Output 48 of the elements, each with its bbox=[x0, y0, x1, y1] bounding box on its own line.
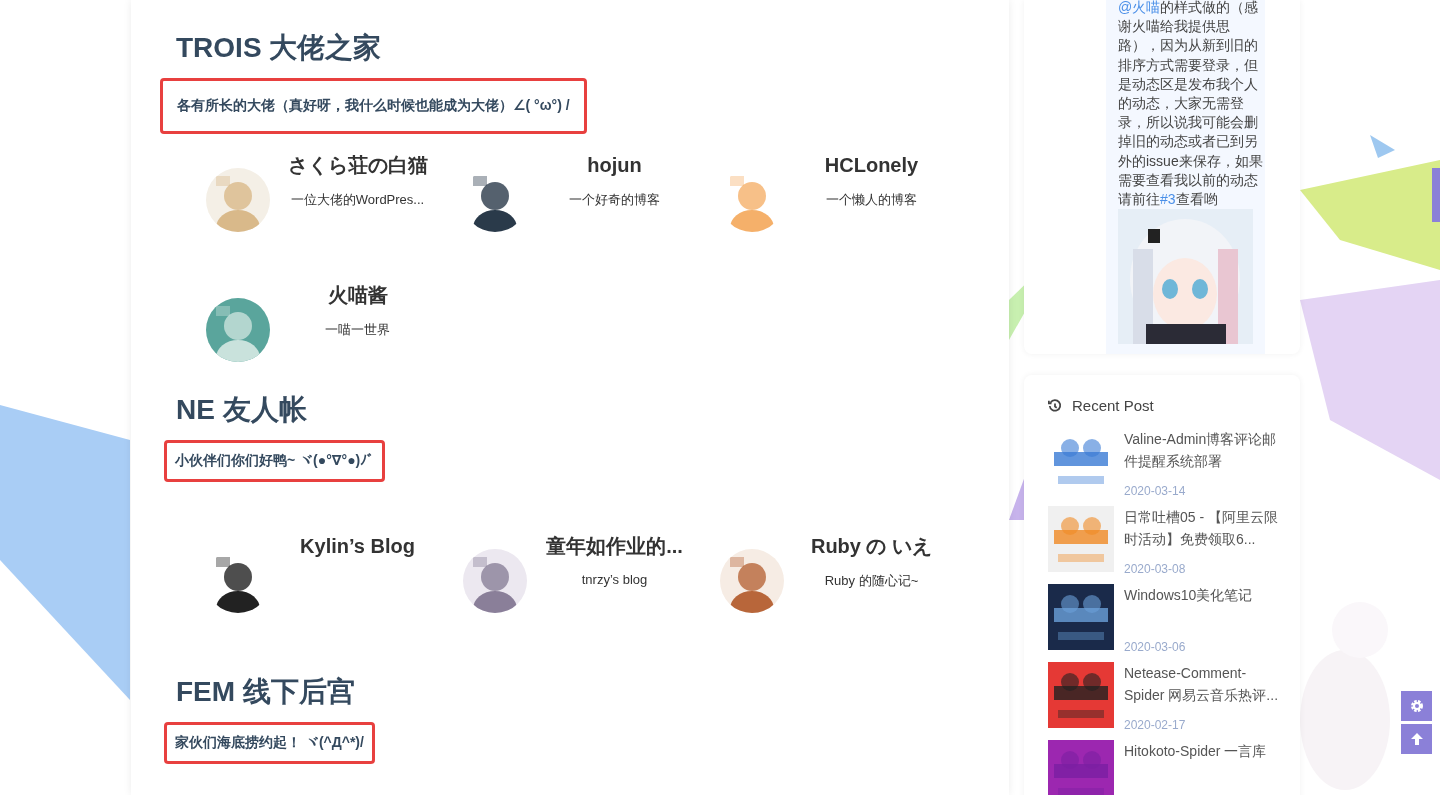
recent-post[interactable]: Hitokoto-Spider 一言库 bbox=[1048, 740, 1286, 795]
post-title: 日常吐槽05 - 【阿里云限时活动】免费领取6... bbox=[1124, 508, 1279, 550]
friend-description: 一喵一世界 bbox=[325, 321, 390, 339]
friend-name: hojun bbox=[587, 153, 642, 177]
settings-button[interactable] bbox=[1401, 691, 1432, 721]
friend-name: Kylin’s Blog bbox=[300, 534, 415, 558]
recent-post[interactable]: Windows10美化笔记 2020-03-06 bbox=[1048, 584, 1286, 663]
section-title: TROIS 大佬之家 bbox=[176, 31, 383, 65]
post-date: 2020-03-06 bbox=[1124, 640, 1187, 655]
friend-name: さくら荘の白猫 bbox=[287, 153, 428, 177]
recent-post[interactable]: 日常吐槽05 - 【阿里云限时活动】免费领取6... 2020-03-08 bbox=[1048, 506, 1286, 585]
recent-post[interactable]: Netease-Comment-Spider 网易云音乐热评... 2020-02-17 bbox=[1048, 662, 1286, 741]
friend-name: 火喵酱 bbox=[327, 283, 388, 307]
friend-link[interactable]: さくら荘の白猫 一位大佬的WordPres... bbox=[206, 135, 463, 265]
friend-link[interactable]: 童年如作业的... tnrzy’s blog bbox=[463, 516, 720, 646]
friend-description: 一位大佬的WordPres... bbox=[290, 191, 425, 209]
paper-plane-icon bbox=[1370, 135, 1395, 158]
post-title: Hitokoto-Spider 一言库 bbox=[1124, 742, 1267, 762]
recent-post[interactable]: Valine-Admin博客评论邮件提醒系统部署 2020-03-14 bbox=[1048, 428, 1286, 507]
friend-link[interactable]: HCLonely 一个懒人的博客 bbox=[720, 135, 977, 265]
section-subtitle: 家伙们海底捞约起！ ヾ(^Д^*)/ bbox=[164, 722, 375, 764]
post-title: Windows10美化笔记 bbox=[1124, 586, 1253, 606]
side-tab bbox=[1432, 168, 1440, 222]
back-to-top-button[interactable] bbox=[1401, 724, 1432, 754]
section-title: FEM 线下后宫 bbox=[176, 675, 356, 709]
friend-description: Ruby 的随心记~ bbox=[824, 572, 919, 590]
post-title: Netease-Comment-Spider 网易云音乐热评... bbox=[1124, 664, 1280, 706]
friend-link[interactable]: Kylin’s Blog bbox=[206, 516, 463, 646]
friend-description: 一个好奇的博客 bbox=[569, 191, 660, 209]
section-title: NE 友人帐 bbox=[176, 393, 308, 427]
widget-title: Recent Post bbox=[1072, 397, 1154, 415]
settings-icon bbox=[1408, 698, 1425, 714]
friend-link[interactable]: Ruby の いえ Ruby 的随心记~ bbox=[720, 516, 977, 646]
friend-name: Ruby の いえ bbox=[810, 534, 933, 558]
post-date: 2020-02-17 bbox=[1124, 718, 1187, 733]
history-icon bbox=[1048, 398, 1062, 413]
post-date: 2020-03-08 bbox=[1124, 562, 1187, 577]
friend-description: tnrzy’s blog bbox=[581, 572, 648, 587]
friend-name: 童年如作业的... bbox=[546, 534, 683, 558]
friend-name: HCLonely bbox=[824, 153, 919, 177]
post-date: 2020-03-14 bbox=[1124, 484, 1187, 499]
post-title: Valine-Admin博客评论邮件提醒系统部署 bbox=[1124, 430, 1278, 472]
section-subtitle: 各有所长的大佬（真好呀，我什么时候也能成为大佬）∠( °ω°) / bbox=[160, 78, 587, 134]
friend-link[interactable]: 火喵酱 一喵一世界 bbox=[206, 265, 463, 395]
friend-description: 一个懒人的博客 bbox=[826, 191, 917, 209]
section-subtitle: 小伙伴们你们好鸭~ ヾ(●°∇°●)ﾉﾞ bbox=[164, 440, 386, 482]
friend-link[interactable]: hojun 一个好奇的博客 bbox=[463, 135, 720, 265]
notice-text: @火喵的样式做的（感谢火喵给我提供思路），因为从新到旧的排序方式需要登录，但是动态区是发布我个人的动态，大家无需登录，所以说我可能会删掉旧的动态或者已到另外的issue来保存，如果需要查看我以前的动态请前往#3查看哟 bbox=[1118, 0, 1264, 210]
